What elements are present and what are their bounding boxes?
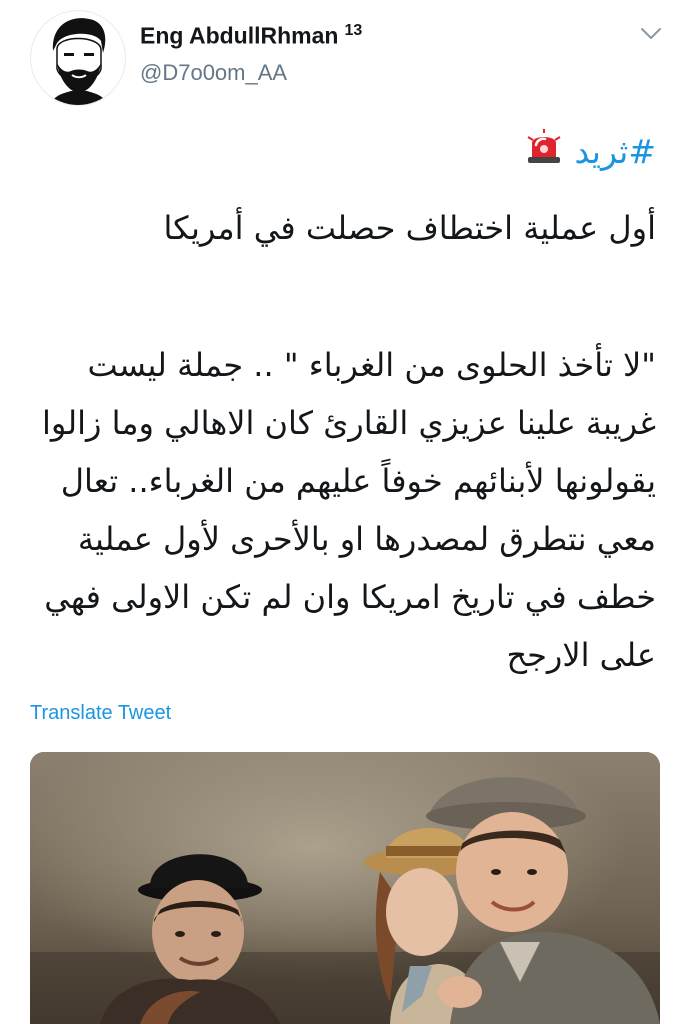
translate-tweet-link[interactable]: Translate Tweet — [30, 702, 171, 725]
name-badge: 13 — [344, 22, 363, 39]
tweet-photo — [30, 752, 660, 1024]
tweet-media-image[interactable] — [30, 752, 660, 1024]
tweet-paragraph: "لا تأخذ الحلوى من الغرباء " .. جملة ليس… — [41, 346, 656, 674]
avatar[interactable] — [30, 10, 126, 106]
display-name: Eng AbdullRhman — [140, 22, 339, 49]
tweet-body: #ثريد أول عملية اختطاف حصلت في أمريكا "ل… — [28, 122, 656, 684]
tweet-title: أول عملية اختطاف حصلت في أمريكا — [163, 209, 656, 247]
hashtag-line: #ثريد — [28, 122, 656, 182]
bearded-man-avatar-icon — [51, 18, 107, 105]
tweet-card: Eng AbdullRhman 13 @D7o0om_AA #ثريد أول ع… — [0, 0, 684, 1024]
chevron-down-icon[interactable] — [640, 26, 662, 42]
author-handle[interactable]: @D7o0om_AA — [140, 60, 287, 86]
police-siren-icon — [526, 124, 562, 184]
author-name[interactable]: Eng AbdullRhman 13 — [140, 22, 362, 50]
hashtag-link[interactable]: #ثريد — [574, 132, 656, 171]
